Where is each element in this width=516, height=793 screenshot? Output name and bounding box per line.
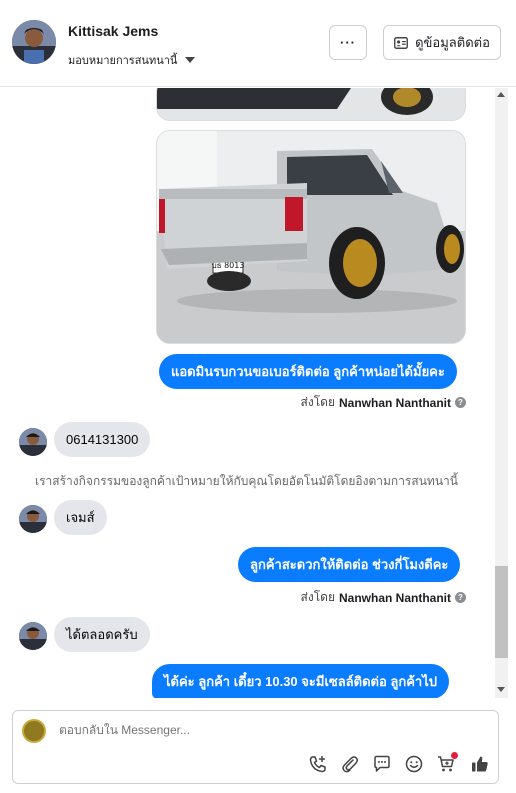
scroll-up-arrow-icon[interactable]	[497, 92, 505, 97]
assign-label: มอบหมายการสนทนานี้	[68, 55, 178, 67]
phone-plus-button[interactable]	[307, 753, 329, 775]
outgoing-message[interactable]: ลูกค้าสะดวกให้ติดต่อ ช่วงกี่โมงดีคะ	[238, 547, 461, 582]
sent-by-note: ส่งโดย Nanwhan Nanthanit ?	[301, 393, 466, 412]
system-note: เราสร้างกิจกรรมของลูกค้าเป้าหมายให้กับคุ…	[35, 474, 458, 488]
outgoing-message[interactable]: ได้ค่ะ ลูกค้า เดี๋ยว 10.30 จะมีเซลล์ติดต…	[152, 664, 450, 698]
caret-down-icon	[185, 57, 196, 63]
contact-avatar-small[interactable]	[19, 428, 47, 456]
view-contact-button[interactable]: ดูข้อมูลติดต่อ	[383, 25, 501, 60]
scroll-down-arrow-icon[interactable]	[497, 687, 505, 692]
contact-avatar[interactable]	[12, 20, 56, 64]
emoji-icon	[405, 755, 423, 773]
incoming-message[interactable]: ได้ตลอดครับ	[54, 617, 150, 652]
incoming-message[interactable]: เจมส์	[54, 500, 107, 535]
phone-plus-icon	[309, 756, 326, 773]
thumbs-up-icon	[472, 756, 488, 772]
attached-image-top[interactable]	[156, 88, 466, 121]
outgoing-message[interactable]: แอดมินรบกวนขอเบอร์ติดต่อ ลูกค้าหน่อยได้ม…	[159, 354, 457, 389]
incoming-message[interactable]: 0614131300	[54, 422, 151, 457]
assign-conversation-dropdown[interactable]: มอบหมายการสนทนานี้	[68, 51, 196, 69]
scrollbar-thumb[interactable]	[495, 566, 508, 658]
attached-image-pickup-truck[interactable]: บธ 8013	[156, 130, 466, 344]
sent-by-prefix: ส่งโดย	[300, 395, 335, 409]
chat-bubble-icon	[374, 755, 390, 772]
sender-name[interactable]: Nanwhan Nanthanit	[339, 396, 451, 410]
contact-avatar-small[interactable]	[19, 505, 47, 533]
attach-button[interactable]	[339, 753, 361, 775]
notification-dot	[451, 752, 458, 759]
contact-name: Kittisak Jems	[68, 23, 159, 39]
like-button[interactable]	[469, 753, 491, 775]
help-icon[interactable]: ?	[455, 397, 466, 408]
reply-composer	[12, 710, 499, 784]
conversation-header: Kittisak Jems มอบหมายการสนทนานี้ ··· ดูข…	[0, 0, 516, 87]
reply-input[interactable]	[59, 723, 479, 737]
sender-name[interactable]: Nanwhan Nanthanit	[339, 591, 451, 605]
saved-replies-button[interactable]	[371, 753, 393, 775]
more-options-button[interactable]: ···	[329, 25, 367, 60]
view-contact-label: ดูข้อมูลติดต่อ	[415, 35, 490, 50]
page-avatar	[22, 719, 46, 743]
help-icon[interactable]: ?	[455, 592, 466, 603]
message-thread[interactable]: บธ 8013 แอดมินรบกวนขอเบอร์ติดต่อ ลูกค้าห…	[0, 88, 516, 698]
emoji-button[interactable]	[403, 753, 425, 775]
paperclip-icon	[342, 756, 358, 773]
sent-by-prefix: ส่งโดย	[300, 590, 335, 604]
shop-button[interactable]	[435, 752, 458, 775]
contact-avatar-small[interactable]	[19, 622, 47, 650]
contact-card-icon	[394, 36, 409, 49]
sent-by-note: ส่งโดย Nanwhan Nanthanit ?	[301, 588, 466, 607]
